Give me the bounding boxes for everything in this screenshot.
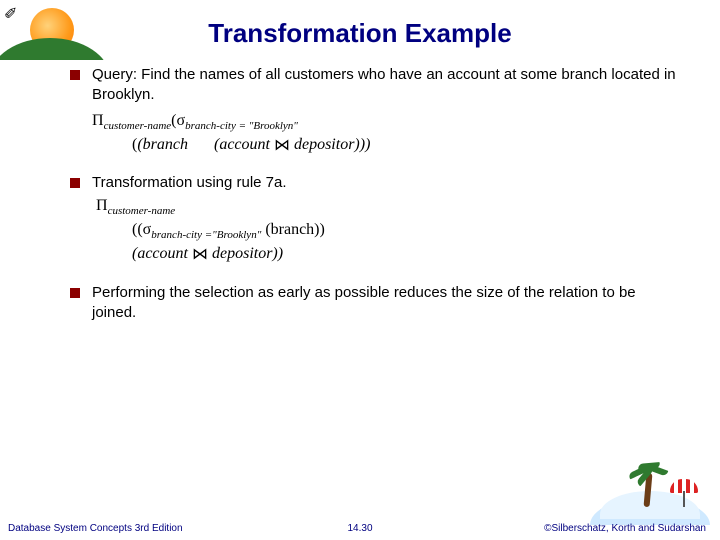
bullet-text: Performing the selection as early as pos… <box>92 284 636 321</box>
expr-transformed-line2: ((σbranch-city ="Brooklyn" (branch)) <box>132 219 676 243</box>
decorative-island-graphic <box>590 445 710 525</box>
bullet-note: Performing the selection as early as pos… <box>70 283 676 324</box>
sigma-open: (σ <box>171 112 185 129</box>
join-icon: ⋈ <box>192 244 208 266</box>
sigma-open: ((σ <box>132 221 151 238</box>
rel-depositor: depositor))) <box>294 136 370 153</box>
pi-subscript: customer-name <box>104 120 172 132</box>
expr-transformed: Πcustomer-name <box>96 195 676 219</box>
footer-page-number: 14.30 <box>0 523 720 534</box>
join-icon: ⋈ <box>274 135 290 157</box>
pi-symbol: Π <box>92 112 104 129</box>
decorative-sun-graphic: ✐ <box>0 0 110 60</box>
rel-account: (account <box>132 245 188 262</box>
rel-depositor: depositor)) <box>212 245 283 262</box>
slide: ✐ Transformation Example Query: Find the… <box>0 0 720 540</box>
bullet-transformation: Transformation using rule 7a. Πcustomer-… <box>70 173 676 265</box>
expr-original-line2: ((branch (account ⋈ depositor))) <box>132 134 676 156</box>
slide-footer: Database System Concepts 3rd Edition 14.… <box>0 523 720 534</box>
expr-transformed-line3: (account ⋈ depositor)) <box>132 243 676 265</box>
slide-content: Query: Find the names of all customers w… <box>0 59 720 324</box>
pi-subscript: customer-name <box>108 206 176 218</box>
sigma-subscript: branch-city ="Brooklyn" <box>151 230 261 242</box>
sigma-subscript: branch-city = "Brooklyn" <box>185 120 298 132</box>
bullet-text: Query: Find the names of all customers w… <box>92 66 676 103</box>
rel-branch: (branch <box>137 136 188 153</box>
expr-original: Πcustomer-name(σbranch-city = "Brooklyn" <box>92 110 676 134</box>
rel-branch: (branch)) <box>261 221 325 238</box>
pi-symbol: Π <box>96 197 108 214</box>
bullet-text: Transformation using rule 7a. <box>92 174 287 191</box>
bullet-query: Query: Find the names of all customers w… <box>70 65 676 155</box>
rel-account: (account <box>214 136 270 153</box>
